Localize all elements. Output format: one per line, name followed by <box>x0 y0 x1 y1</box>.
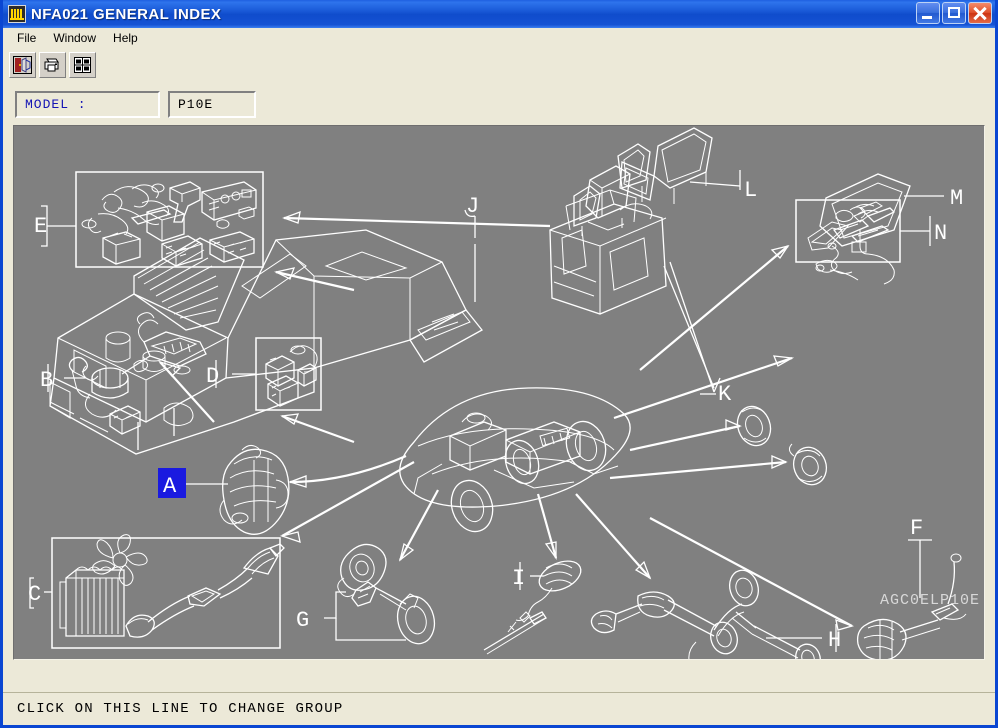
grid-icon <box>74 57 91 73</box>
group-i-illustration[interactable] <box>483 555 585 655</box>
exit-icon <box>13 56 32 74</box>
group-e-illustration[interactable] <box>75 171 264 268</box>
print-button[interactable] <box>39 52 66 78</box>
diagram-watermark: AGC0ELP10E <box>880 592 980 609</box>
exit-button[interactable] <box>9 52 36 78</box>
group-label-G[interactable]: G <box>296 608 309 633</box>
print-icon <box>44 58 59 72</box>
menu-item-help[interactable]: Help <box>105 29 147 48</box>
group-label-N[interactable]: N <box>934 221 947 246</box>
minimize-button[interactable] <box>916 2 940 24</box>
model-row: MODEL : P10E <box>3 83 995 125</box>
group-label-M[interactable]: M <box>950 186 963 211</box>
index-grid-button[interactable] <box>69 52 96 78</box>
window-controls <box>916 2 992 24</box>
model-label: MODEL : <box>15 90 160 118</box>
maximize-button[interactable] <box>942 2 966 24</box>
group-label-K[interactable]: K <box>718 382 732 407</box>
group-label-B[interactable]: B <box>40 368 53 393</box>
title-bar: NFA021 GENERAL INDEX <box>3 0 995 28</box>
close-button[interactable] <box>968 2 992 24</box>
group-label-A[interactable]: A <box>163 474 177 499</box>
group-label-E[interactable]: E <box>34 214 47 239</box>
group-label-I[interactable]: I <box>512 566 525 591</box>
status-bar-change-group[interactable]: CLICK ON THIS LINE TO CHANGE GROUP <box>3 692 995 725</box>
application-window: NFA021 GENERAL INDEX File Window Help MO… <box>0 0 998 728</box>
group-k-illustration[interactable] <box>549 189 667 315</box>
group-label-H[interactable]: H <box>828 628 841 653</box>
general-index-illustration: E K M J L N B D A C G I H F AGC0ELP10E <box>28 127 980 659</box>
diagram-canvas[interactable]: E K M J L N B D A C G I H F AGC0ELP10E <box>13 125 985 660</box>
brake-parts-illustration[interactable] <box>732 402 831 490</box>
group-label-D[interactable]: D <box>206 364 219 389</box>
group-a-illustration[interactable] <box>219 444 290 535</box>
group-h-illustration[interactable] <box>590 567 824 659</box>
model-value-field[interactable]: P10E <box>168 90 256 118</box>
group-label-L[interactable]: L <box>744 178 757 203</box>
callout-arrows <box>158 210 855 631</box>
group-g-illustration[interactable] <box>337 543 440 647</box>
toolbar <box>3 48 995 83</box>
car-chassis-illustration[interactable] <box>399 387 631 537</box>
group-c-illustration[interactable] <box>51 534 285 649</box>
group-label-J[interactable]: J <box>466 194 479 219</box>
menu-bar: File Window Help <box>3 28 995 48</box>
group-label-F[interactable]: F <box>910 516 923 541</box>
fast-logo-icon <box>8 5 26 23</box>
status-bar-message: CLICK ON THIS LINE TO CHANGE GROUP <box>17 701 344 717</box>
group-label-C[interactable]: C <box>28 582 41 607</box>
window-title: NFA021 GENERAL INDEX <box>31 5 222 23</box>
menu-item-window[interactable]: Window <box>45 29 105 48</box>
menu-item-file[interactable]: File <box>9 29 45 48</box>
group-d-illustration[interactable] <box>255 337 322 411</box>
